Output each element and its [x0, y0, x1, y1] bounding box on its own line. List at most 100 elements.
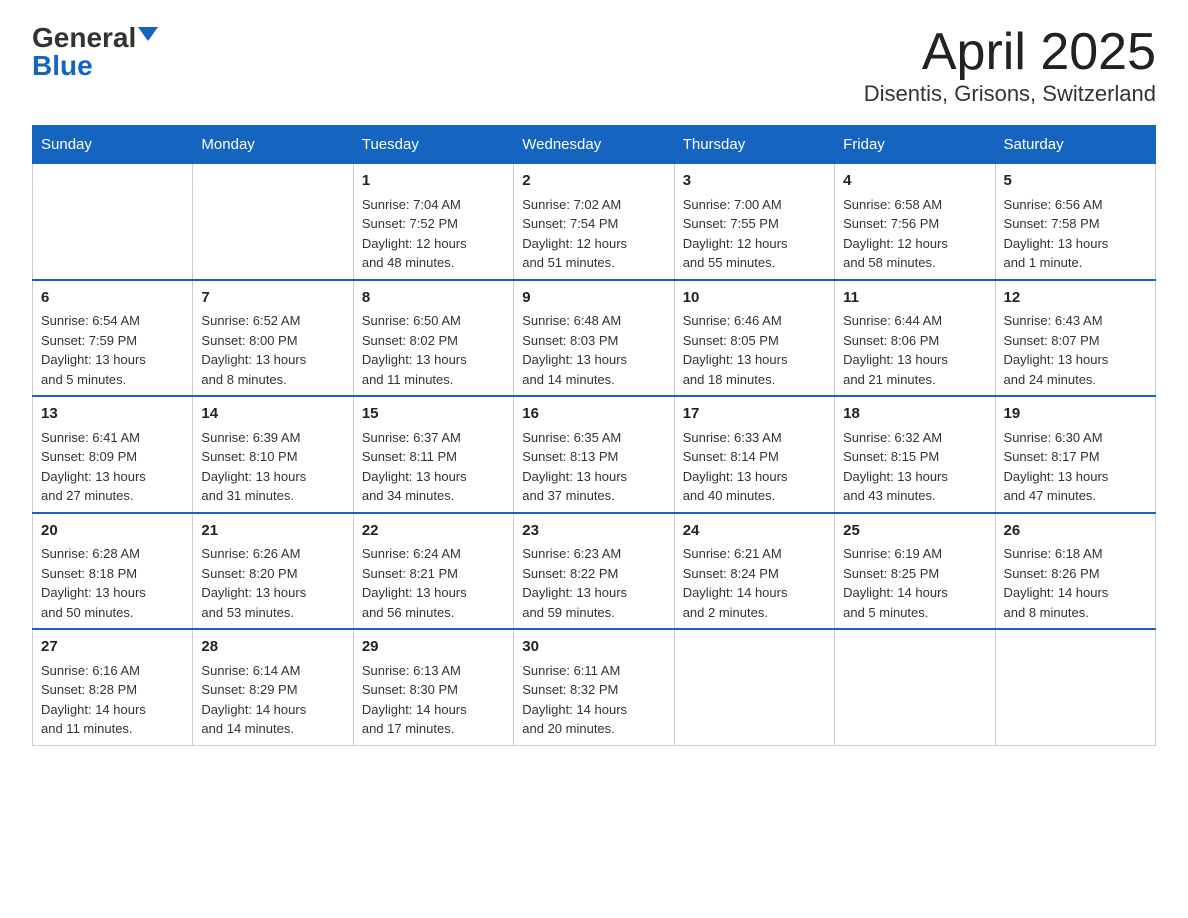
day-info: Sunrise: 6:52 AM Sunset: 8:00 PM Dayligh… — [201, 313, 306, 387]
day-number: 12 — [1004, 287, 1147, 310]
day-info: Sunrise: 6:21 AM Sunset: 8:24 PM Dayligh… — [683, 546, 788, 620]
day-info: Sunrise: 6:18 AM Sunset: 8:26 PM Dayligh… — [1004, 546, 1109, 620]
day-number: 30 — [522, 636, 665, 659]
calendar-cell: 29 Sunrise: 6:13 AM Sunset: 8:30 PM Dayli… — [353, 629, 513, 745]
day-number: 24 — [683, 520, 826, 543]
day-number: 14 — [201, 403, 344, 426]
col-header-sunday: Sunday — [33, 126, 193, 164]
logo-blue: Blue — [32, 52, 93, 80]
day-info: Sunrise: 6:35 AM Sunset: 8:13 PM Dayligh… — [522, 430, 627, 504]
day-number: 8 — [362, 287, 505, 310]
day-number: 1 — [362, 170, 505, 193]
day-info: Sunrise: 6:30 AM Sunset: 8:17 PM Dayligh… — [1004, 430, 1109, 504]
calendar-cell: 26 Sunrise: 6:18 AM Sunset: 8:26 PM Dayli… — [995, 513, 1155, 630]
calendar-cell: 13Sunrise: 6:41 AM Sunset: 8:09 PM Dayli… — [33, 396, 193, 513]
calendar-cell: 12 Sunrise: 6:43 AM Sunset: 8:07 PM Dayli… — [995, 280, 1155, 397]
calendar-cell: 17 Sunrise: 6:33 AM Sunset: 8:14 PM Dayli… — [674, 396, 834, 513]
col-header-saturday: Saturday — [995, 126, 1155, 164]
day-info: Sunrise: 6:44 AM Sunset: 8:06 PM Dayligh… — [843, 313, 948, 387]
day-info: Sunrise: 6:43 AM Sunset: 8:07 PM Dayligh… — [1004, 313, 1109, 387]
day-info: Sunrise: 6:39 AM Sunset: 8:10 PM Dayligh… — [201, 430, 306, 504]
day-info: Sunrise: 6:16 AM Sunset: 8:28 PM Dayligh… — [41, 663, 146, 737]
day-info: Sunrise: 6:58 AM Sunset: 7:56 PM Dayligh… — [843, 197, 948, 271]
day-info: Sunrise: 7:04 AM Sunset: 7:52 PM Dayligh… — [362, 197, 467, 271]
day-number: 17 — [683, 403, 826, 426]
day-number: 9 — [522, 287, 665, 310]
calendar-cell: 27 Sunrise: 6:16 AM Sunset: 8:28 PM Dayli… — [33, 629, 193, 745]
day-number: 7 — [201, 287, 344, 310]
calendar-cell: 16 Sunrise: 6:35 AM Sunset: 8:13 PM Dayli… — [514, 396, 674, 513]
day-number: 6 — [41, 287, 184, 310]
day-number: 3 — [683, 170, 826, 193]
day-info: Sunrise: 6:41 AM Sunset: 8:09 PM Dayligh… — [41, 430, 146, 504]
day-info: Sunrise: 6:50 AM Sunset: 8:02 PM Dayligh… — [362, 313, 467, 387]
calendar-cell: 28Sunrise: 6:14 AM Sunset: 8:29 PM Dayli… — [193, 629, 353, 745]
calendar-week-row: 1 Sunrise: 7:04 AM Sunset: 7:52 PM Daylig… — [33, 164, 1156, 280]
col-header-monday: Monday — [193, 126, 353, 164]
col-header-friday: Friday — [835, 126, 995, 164]
calendar-cell: 11 Sunrise: 6:44 AM Sunset: 8:06 PM Dayli… — [835, 280, 995, 397]
logo-general: General — [32, 24, 136, 52]
col-header-wednesday: Wednesday — [514, 126, 674, 164]
day-number: 27 — [41, 636, 184, 659]
day-info: Sunrise: 6:13 AM Sunset: 8:30 PM Dayligh… — [362, 663, 467, 737]
calendar-cell: 30 Sunrise: 6:11 AM Sunset: 8:32 PM Dayli… — [514, 629, 674, 745]
location-title: Disentis, Grisons, Switzerland — [864, 81, 1156, 107]
day-info: Sunrise: 6:56 AM Sunset: 7:58 PM Dayligh… — [1004, 197, 1109, 271]
calendar-cell: 3Sunrise: 7:00 AM Sunset: 7:55 PM Daylig… — [674, 164, 834, 280]
calendar-week-row: 27 Sunrise: 6:16 AM Sunset: 8:28 PM Dayli… — [33, 629, 1156, 745]
calendar-header-row: SundayMondayTuesdayWednesdayThursdayFrid… — [33, 126, 1156, 164]
day-number: 2 — [522, 170, 665, 193]
day-info: Sunrise: 6:46 AM Sunset: 8:05 PM Dayligh… — [683, 313, 788, 387]
day-info: Sunrise: 7:02 AM Sunset: 7:54 PM Dayligh… — [522, 197, 627, 271]
calendar-cell: 4 Sunrise: 6:58 AM Sunset: 7:56 PM Daylig… — [835, 164, 995, 280]
day-info: Sunrise: 6:23 AM Sunset: 8:22 PM Dayligh… — [522, 546, 627, 620]
calendar-cell: 1 Sunrise: 7:04 AM Sunset: 7:52 PM Daylig… — [353, 164, 513, 280]
day-number: 22 — [362, 520, 505, 543]
calendar-week-row: 13Sunrise: 6:41 AM Sunset: 8:09 PM Dayli… — [33, 396, 1156, 513]
day-info: Sunrise: 6:33 AM Sunset: 8:14 PM Dayligh… — [683, 430, 788, 504]
calendar-cell — [674, 629, 834, 745]
col-header-tuesday: Tuesday — [353, 126, 513, 164]
calendar-table: SundayMondayTuesdayWednesdayThursdayFrid… — [32, 125, 1156, 746]
day-info: Sunrise: 6:28 AM Sunset: 8:18 PM Dayligh… — [41, 546, 146, 620]
day-info: Sunrise: 6:11 AM Sunset: 8:32 PM Dayligh… — [522, 663, 627, 737]
day-number: 21 — [201, 520, 344, 543]
month-title: April 2025 — [864, 24, 1156, 81]
day-number: 23 — [522, 520, 665, 543]
calendar-cell — [835, 629, 995, 745]
day-number: 26 — [1004, 520, 1147, 543]
calendar-cell: 24 Sunrise: 6:21 AM Sunset: 8:24 PM Dayli… — [674, 513, 834, 630]
calendar-cell: 25Sunrise: 6:19 AM Sunset: 8:25 PM Dayli… — [835, 513, 995, 630]
calendar-cell: 19Sunrise: 6:30 AM Sunset: 8:17 PM Dayli… — [995, 396, 1155, 513]
calendar-cell: 10Sunrise: 6:46 AM Sunset: 8:05 PM Dayli… — [674, 280, 834, 397]
day-info: Sunrise: 6:19 AM Sunset: 8:25 PM Dayligh… — [843, 546, 948, 620]
calendar-cell: 20 Sunrise: 6:28 AM Sunset: 8:18 PM Dayli… — [33, 513, 193, 630]
calendar-cell: 7 Sunrise: 6:52 AM Sunset: 8:00 PM Daylig… — [193, 280, 353, 397]
day-info: Sunrise: 6:32 AM Sunset: 8:15 PM Dayligh… — [843, 430, 948, 504]
day-number: 18 — [843, 403, 986, 426]
calendar-cell: 8 Sunrise: 6:50 AM Sunset: 8:02 PM Daylig… — [353, 280, 513, 397]
calendar-cell — [995, 629, 1155, 745]
day-info: Sunrise: 6:24 AM Sunset: 8:21 PM Dayligh… — [362, 546, 467, 620]
logo-triangle-icon — [138, 27, 158, 41]
day-number: 16 — [522, 403, 665, 426]
day-number: 11 — [843, 287, 986, 310]
day-info: Sunrise: 6:14 AM Sunset: 8:29 PM Dayligh… — [201, 663, 306, 737]
calendar-week-row: 20 Sunrise: 6:28 AM Sunset: 8:18 PM Dayli… — [33, 513, 1156, 630]
calendar-cell: 2 Sunrise: 7:02 AM Sunset: 7:54 PM Daylig… — [514, 164, 674, 280]
calendar-cell — [193, 164, 353, 280]
day-number: 15 — [362, 403, 505, 426]
day-number: 20 — [41, 520, 184, 543]
day-number: 29 — [362, 636, 505, 659]
day-info: Sunrise: 6:26 AM Sunset: 8:20 PM Dayligh… — [201, 546, 306, 620]
day-number: 4 — [843, 170, 986, 193]
calendar-cell: 15 Sunrise: 6:37 AM Sunset: 8:11 PM Dayli… — [353, 396, 513, 513]
calendar-cell: 22 Sunrise: 6:24 AM Sunset: 8:21 PM Dayli… — [353, 513, 513, 630]
day-info: Sunrise: 6:54 AM Sunset: 7:59 PM Dayligh… — [41, 313, 146, 387]
calendar-cell: 23 Sunrise: 6:23 AM Sunset: 8:22 PM Dayli… — [514, 513, 674, 630]
calendar-week-row: 6 Sunrise: 6:54 AM Sunset: 7:59 PM Daylig… — [33, 280, 1156, 397]
calendar-cell: 5Sunrise: 6:56 AM Sunset: 7:58 PM Daylig… — [995, 164, 1155, 280]
day-info: Sunrise: 6:48 AM Sunset: 8:03 PM Dayligh… — [522, 313, 627, 387]
day-info: Sunrise: 6:37 AM Sunset: 8:11 PM Dayligh… — [362, 430, 467, 504]
